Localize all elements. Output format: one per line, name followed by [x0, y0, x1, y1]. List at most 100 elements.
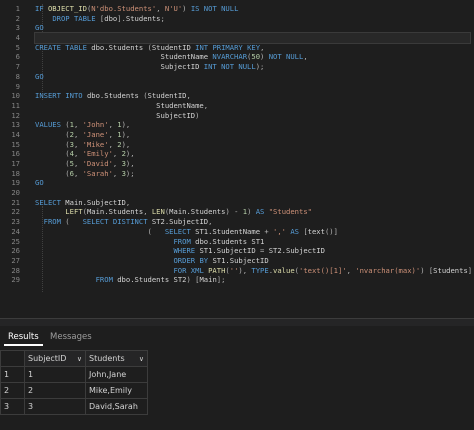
- code-token: PATH: [208, 265, 226, 275]
- code-token: value: [273, 265, 295, 275]
- code-token: ;: [160, 13, 165, 23]
- code-token: text: [307, 226, 325, 236]
- code-line[interactable]: StudentName,: [35, 101, 470, 111]
- column-header-subjectid[interactable]: SubjectID ∨: [24, 350, 86, 367]
- chevron-down-icon[interactable]: ∨: [77, 355, 82, 363]
- code-token: ): [195, 110, 200, 120]
- code-token: CREATE TABLE: [35, 42, 92, 52]
- cell-subjectid[interactable]: 2: [24, 382, 86, 399]
- code-line[interactable]: [35, 82, 470, 92]
- code-token: ,: [73, 120, 83, 130]
- code-line[interactable]: FROM dbo.Students ST2) [Main];: [35, 275, 470, 285]
- code-line[interactable]: FOR XML PATH(''), TYPE.value('text()[1]'…: [35, 265, 473, 276]
- code-line[interactable]: SubjectID): [35, 111, 470, 121]
- code-token: ),: [238, 265, 252, 275]
- column-header-students[interactable]: Students ∨: [85, 350, 148, 367]
- row-number[interactable]: 2: [0, 382, 25, 399]
- cell-subjectid[interactable]: 3: [24, 398, 86, 415]
- code-line[interactable]: SELECT Main.SubjectID,: [35, 198, 470, 208]
- code-line[interactable]: IF OBJECT_ID(N'dbo.Students', N'U') IS N…: [35, 4, 470, 14]
- cell-students[interactable]: Mike,Emily: [85, 382, 148, 399]
- tab-results[interactable]: Results: [4, 330, 43, 346]
- code-token: GO: [35, 71, 44, 81]
- code-token: N'dbo.Students': [91, 4, 157, 13]
- code-token: ,: [73, 149, 83, 159]
- code-line[interactable]: SubjectID INT NOT NULL);: [35, 62, 470, 72]
- table-row[interactable]: 2 2 Mike,Emily: [0, 382, 148, 399]
- code-line[interactable]: (2, 'Jane', 1),: [35, 130, 470, 140]
- code-line[interactable]: FROM dbo.Students ST1: [35, 237, 470, 247]
- code-line[interactable]: [34, 32, 471, 44]
- code-token: ,: [73, 129, 83, 139]
- line-number: 3: [15, 23, 20, 33]
- code-line[interactable]: (5, 'David', 3),: [35, 159, 470, 169]
- code-token: LEFT: [65, 207, 83, 217]
- code-line[interactable]: GO: [35, 178, 470, 188]
- line-number: 21: [11, 197, 20, 207]
- code-token: ,: [108, 120, 118, 130]
- cell-students[interactable]: John,Jane: [85, 366, 148, 383]
- code-token: Students: [433, 265, 468, 275]
- code-token: 'Mike': [82, 139, 109, 149]
- code-token: ]: [467, 265, 473, 275]
- table-row[interactable]: 3 3 David,Sarah: [0, 398, 148, 415]
- line-number: 22: [11, 207, 20, 217]
- code-token: VALUES: [35, 120, 66, 130]
- code-token: dbo.Students: [91, 42, 148, 52]
- cell-students[interactable]: David,Sarah: [85, 398, 148, 415]
- code-token: ST2.SubjectID: [151, 217, 209, 227]
- code-line[interactable]: GO: [35, 72, 470, 82]
- code-line[interactable]: (3, 'Mike', 2),: [35, 140, 470, 150]
- code-token: SELECT: [164, 226, 196, 236]
- code-token: INSERT INTO: [35, 91, 87, 101]
- code-line[interactable]: LEFT(Main.Students, LEN(Main.Students) -…: [35, 207, 470, 217]
- line-number: 2: [15, 13, 20, 23]
- row-number[interactable]: 3: [0, 398, 25, 415]
- line-number: 4: [15, 33, 20, 43]
- code-line[interactable]: VALUES (1, 'John', 1),: [35, 120, 470, 130]
- line-number: 6: [15, 52, 20, 62]
- code-editor[interactable]: 1 2 3 4 5 6 7 8 9 10 11 12 13 14 15 16 17 18 19 20 21 22 23 24 2…: [0, 0, 474, 318]
- line-number: 23: [11, 217, 20, 227]
- code-token: LEN: [151, 207, 165, 217]
- code-line[interactable]: INSERT INTO dbo.Students (StudentID,: [35, 91, 470, 101]
- code-line[interactable]: (6, 'Sarah', 3);: [35, 169, 470, 179]
- code-token: ,: [186, 91, 191, 101]
- line-number: 12: [11, 110, 20, 120]
- code-line[interactable]: StudentName NVARCHAR(50) NOT NULL,: [35, 52, 470, 62]
- line-number: 10: [11, 91, 20, 101]
- code-token: dbo.Students ST1: [195, 236, 265, 246]
- line-number: 19: [11, 178, 20, 188]
- code-line[interactable]: ORDER BY ST1.SubjectID: [35, 256, 470, 266]
- code-token: 'Emily': [82, 149, 113, 159]
- tab-messages[interactable]: Messages: [46, 330, 96, 344]
- row-number[interactable]: 1: [0, 366, 25, 383]
- code-line[interactable]: GO: [35, 23, 470, 33]
- code-token: TYPE: [251, 265, 269, 275]
- code-text[interactable]: IF OBJECT_ID (N'dbo.Students', N'U') IS N…: [34, 4, 473, 285]
- cell-subjectid[interactable]: 1: [24, 366, 86, 383]
- code-token: Main.SubjectID: [65, 197, 126, 207]
- line-number: 29: [11, 275, 20, 285]
- code-line[interactable]: (4, 'Emily', 2),: [35, 149, 470, 159]
- code-token: StudentID: [147, 91, 187, 101]
- code-line[interactable]: FROM ( SELECT DISTINCT ST2.SubjectID,: [35, 217, 470, 227]
- code-line[interactable]: WHERE ST1.SubjectID = ST2.SubjectID: [35, 246, 470, 256]
- line-number: 28: [11, 265, 20, 275]
- code-line[interactable]: CREATE TABLE dbo.Students (StudentID INT…: [35, 43, 470, 53]
- code-line[interactable]: [35, 188, 470, 198]
- chevron-down-icon[interactable]: ∨: [139, 355, 144, 363]
- column-header-label: SubjectID: [28, 354, 67, 363]
- code-line[interactable]: ( SELECT ST1.StudentName + ',' AS [text(…: [35, 227, 470, 237]
- code-line[interactable]: DROP TABLE [dbo].Students;: [35, 14, 470, 24]
- code-token: ST1.StudentName: [195, 226, 265, 236]
- code-token: ,: [346, 265, 356, 275]
- table-row[interactable]: 1 1 John,Jane: [0, 366, 148, 383]
- code-token: ),: [121, 120, 131, 130]
- code-token: ].: [117, 13, 126, 23]
